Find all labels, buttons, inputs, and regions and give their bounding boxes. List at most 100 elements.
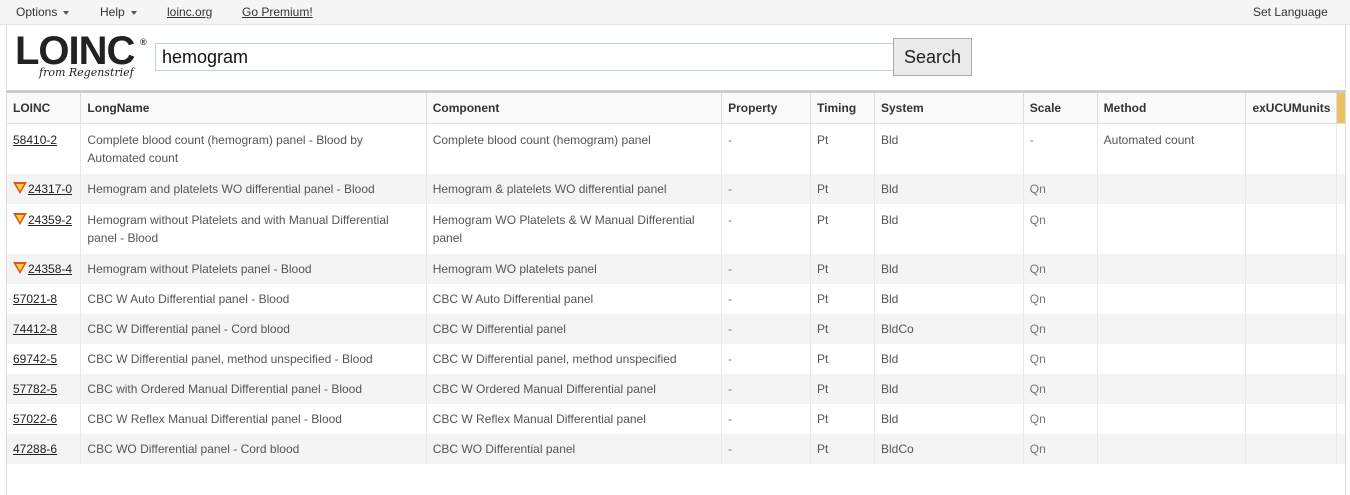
overflow-cell: [1337, 404, 1345, 434]
loinc-code-link[interactable]: 74412-8: [13, 322, 57, 336]
col-header-system[interactable]: System: [874, 93, 1024, 124]
chevron-down-icon: [130, 10, 137, 15]
system-cell: Bld: [874, 344, 1024, 374]
units-cell: [1245, 404, 1338, 434]
longname-cell: CBC WO Differential panel - Cord blood: [80, 434, 427, 464]
results-table-container[interactable]: LOINC LongName Component Property Timing…: [6, 90, 1346, 495]
units-cell: [1245, 254, 1338, 284]
search-button[interactable]: Search: [893, 38, 972, 76]
loinc-cell: 58410-2: [7, 123, 82, 174]
system-cell: Bld: [874, 204, 1024, 254]
loinc-code-link[interactable]: 58410-2: [13, 133, 57, 147]
scale-cell: Qn: [1023, 254, 1098, 284]
method-cell: [1097, 284, 1247, 314]
col-header-exucumunits[interactable]: exUCUMunits: [1245, 93, 1338, 124]
method-cell: [1097, 404, 1247, 434]
loinc-logo[interactable]: LOINC ® from Regenstrief: [15, 29, 147, 83]
help-label: Help: [100, 5, 125, 19]
component-cell: CBC W Reflex Manual Differential panel: [426, 404, 723, 434]
property-cell: -: [721, 374, 812, 404]
table-row[interactable]: 47288-6 CBC WO Differential panel - Cord …: [7, 434, 1345, 464]
table-row[interactable]: 74412-8 CBC W Differential panel - Cord b…: [7, 314, 1345, 344]
timing-cell: Pt: [810, 254, 875, 284]
loinc-code-link[interactable]: 57782-5: [13, 382, 57, 396]
help-menu[interactable]: Help: [100, 5, 137, 19]
method-cell: [1097, 434, 1247, 464]
scale-cell: Qn: [1023, 344, 1098, 374]
col-header-scale[interactable]: Scale: [1023, 93, 1098, 124]
system-cell: Bld: [874, 404, 1024, 434]
loinc-code-link[interactable]: 47288-6: [13, 442, 57, 456]
longname-cell: CBC W Reflex Manual Differential panel -…: [80, 404, 427, 434]
units-cell: [1245, 374, 1338, 404]
system-cell: Bld: [874, 174, 1024, 204]
warning-icon: [13, 213, 27, 225]
component-cell: CBC W Ordered Manual Differential panel: [426, 374, 723, 404]
loinc-org-link[interactable]: loinc.org: [167, 5, 212, 19]
component-cell: Hemogram WO platelets panel: [426, 254, 723, 284]
overflow-cell: [1336, 254, 1345, 284]
table-row[interactable]: 57782-5 CBC with Ordered Manual Different…: [7, 374, 1345, 404]
scale-cell: -: [1023, 123, 1098, 174]
property-cell: -: [721, 123, 812, 174]
system-cell: BldCo: [874, 314, 1024, 344]
method-cell: [1097, 344, 1247, 374]
results-table: LOINC LongName Component Property Timing…: [7, 93, 1345, 464]
logo-text: LOINC: [15, 29, 135, 73]
table-row[interactable]: 24358-4 Hemogram without Platelets panel …: [7, 254, 1345, 284]
options-menu[interactable]: Options: [16, 5, 70, 19]
loinc-cell: 57022-6: [7, 404, 82, 434]
search-input[interactable]: [155, 43, 899, 71]
loinc-cell: 74412-8: [7, 314, 82, 344]
loinc-code-link[interactable]: 57022-6: [13, 412, 57, 426]
component-cell: CBC W Differential panel: [426, 314, 723, 344]
options-label: Options: [16, 5, 58, 19]
method-cell: [1097, 374, 1247, 404]
timing-cell: Pt: [810, 434, 875, 464]
timing-cell: Pt: [810, 123, 875, 174]
col-header-loinc[interactable]: LOINC: [7, 93, 82, 124]
loinc-code-link[interactable]: 24359-2: [28, 213, 72, 227]
longname-cell: CBC W Differential panel, method unspeci…: [80, 344, 427, 374]
scale-cell: Qn: [1023, 434, 1098, 464]
col-header-timing[interactable]: Timing: [810, 93, 875, 124]
property-cell: -: [721, 344, 812, 374]
units-cell: [1245, 123, 1338, 174]
longname-cell: Hemogram and platelets WO differential p…: [80, 174, 427, 204]
chevron-down-icon: [63, 10, 70, 15]
system-cell: Bld: [874, 284, 1024, 314]
timing-cell: Pt: [810, 204, 875, 254]
loinc-code-link[interactable]: 69742-5: [13, 352, 57, 366]
loinc-code-link[interactable]: 24317-0: [28, 182, 72, 196]
component-cell: CBC W Differential panel, method unspeci…: [426, 344, 723, 374]
overflow-cell: [1336, 374, 1345, 404]
logo-registered-mark: ®: [140, 37, 147, 47]
scale-cell: Qn: [1023, 284, 1098, 314]
col-header-overflow: [1336, 93, 1345, 124]
system-cell: Bld: [874, 123, 1024, 174]
loinc-code-link[interactable]: 57021-8: [13, 292, 57, 306]
col-header-method[interactable]: Method: [1097, 93, 1247, 124]
col-header-property[interactable]: Property: [721, 93, 812, 124]
property-cell: -: [721, 204, 812, 254]
table-row[interactable]: 24317-0 Hemogram and platelets WO differe…: [7, 174, 1345, 204]
timing-cell: Pt: [810, 314, 875, 344]
table-row[interactable]: 24359-2 Hemogram without Platelets and wi…: [7, 204, 1345, 254]
col-header-longname[interactable]: LongName: [80, 93, 427, 124]
table-row[interactable]: 58410-2 Complete blood count (hemogram) p…: [7, 123, 1345, 174]
loinc-code-link[interactable]: 24358-4: [28, 262, 72, 276]
overflow-cell: [1337, 344, 1345, 374]
property-cell: -: [721, 404, 812, 434]
system-cell: Bld: [874, 254, 1024, 284]
go-premium-link[interactable]: Go Premium!: [242, 5, 313, 19]
table-row[interactable]: 57021-8 CBC W Auto Differential panel - B…: [7, 284, 1345, 314]
timing-cell: Pt: [810, 374, 875, 404]
top-menu-bar: Options Help loinc.org Go Premium! Set L…: [0, 0, 1350, 25]
system-cell: BldCo: [874, 434, 1024, 464]
overflow-cell: [1337, 284, 1345, 314]
set-language-link[interactable]: Set Language: [1253, 5, 1328, 19]
table-row[interactable]: 57022-6 CBC W Reflex Manual Differential …: [7, 404, 1345, 434]
loinc-cell: 24359-2: [7, 204, 82, 254]
table-row[interactable]: 69742-5 CBC W Differential panel, method …: [7, 344, 1345, 374]
col-header-component[interactable]: Component: [426, 93, 723, 124]
